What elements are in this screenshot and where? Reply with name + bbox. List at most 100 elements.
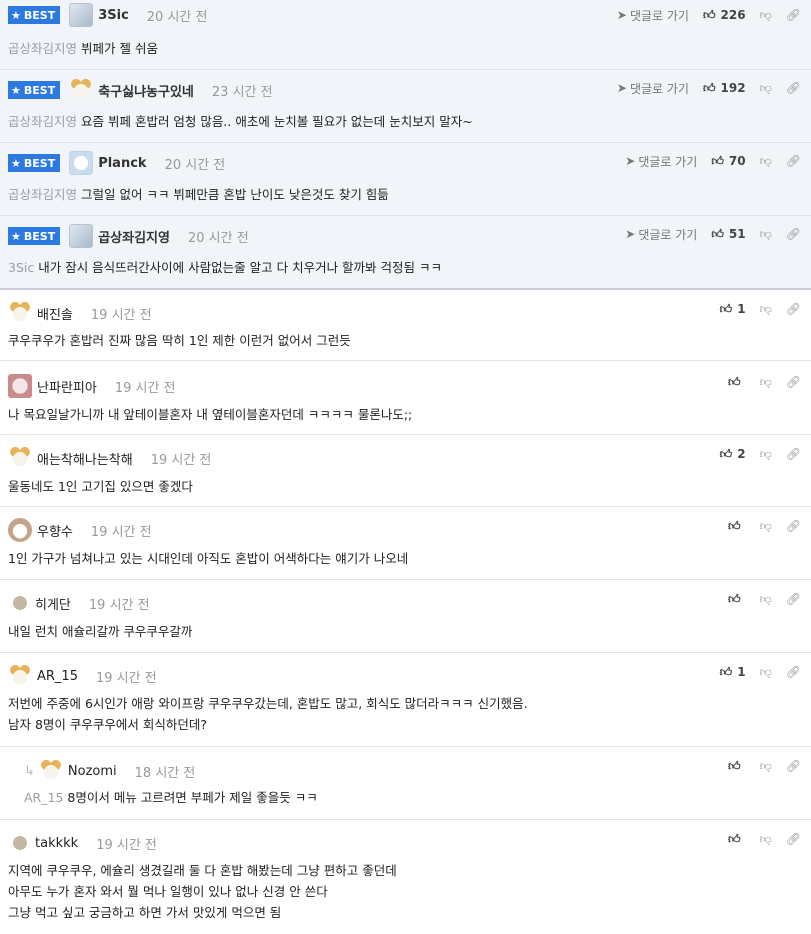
best-badge: ★ BEST [8, 227, 61, 245]
nickname[interactable]: 난파란피아 [37, 377, 97, 396]
comment-actions: ➤ 댓글로 가기 👍︎ 226 👎︎ 🔗︎ [617, 0, 801, 30]
link-icon[interactable]: 🔗︎ [786, 759, 801, 773]
nickname[interactable]: AR_15 [37, 669, 78, 684]
comment-body: 곱상좌김지영 요즘 뷔페 혼밥러 엄청 많음.. 애초에 눈치볼 필요가 없는데 … [8, 114, 473, 129]
avatar[interactable] [69, 78, 94, 102]
dislike-button[interactable]: 👎︎ [760, 519, 772, 534]
like-button[interactable]: 👍︎ 2 [720, 447, 746, 462]
link-icon[interactable]: 🔗︎ [786, 302, 801, 316]
dislike-button[interactable]: 👎︎ [760, 154, 772, 169]
like-button[interactable]: 👍︎ [728, 592, 746, 607]
timestamp: 18 시간 전 [134, 765, 196, 781]
go-to-reply-link[interactable]: ➤ 댓글로 가기 [617, 80, 689, 97]
dislike-button[interactable]: 👎︎ [760, 81, 772, 96]
nickname[interactable]: 히게단 [35, 594, 71, 613]
timestamp: 20 시간 전 [146, 9, 208, 25]
avatar[interactable] [8, 374, 32, 398]
nickname[interactable]: Planck [98, 156, 146, 171]
dislike-button[interactable]: 👎︎ [760, 832, 772, 847]
like-button[interactable]: 👍︎ 70 [711, 154, 745, 169]
thumbs-up-icon: 👍︎ [702, 7, 716, 22]
send-icon: ➤ [616, 81, 627, 95]
nickname[interactable]: 곱상좌김지영 [98, 227, 170, 246]
link-icon[interactable]: 🔗︎ [786, 592, 801, 606]
nickname[interactable]: 우향수 [37, 521, 73, 540]
thumbs-up-icon: 👍︎ [728, 758, 741, 773]
star-icon: ★ [11, 156, 21, 170]
go-to-reply-link[interactable]: ➤ 댓글로 가기 [625, 153, 697, 170]
nickname[interactable]: takkkk [35, 836, 78, 851]
link-icon[interactable]: 🔗︎ [786, 81, 801, 95]
avatar[interactable] [8, 446, 32, 470]
avatar[interactable] [13, 836, 27, 850]
link-icon[interactable]: 🔗︎ [786, 375, 801, 389]
nickname[interactable]: 애는착해나는착해 [37, 449, 133, 468]
comment-body: 3Sic 내가 잠시 음식뜨러간사이에 사람없는줄 알고 다 치우거나 할까봐 걱… [8, 260, 442, 275]
like-button[interactable]: 👍︎ [728, 832, 746, 847]
avatar[interactable] [69, 3, 94, 27]
mention[interactable]: 곱상좌김지영 [8, 41, 77, 56]
dislike-button[interactable]: 👎︎ [760, 665, 772, 680]
avatar[interactable] [8, 301, 32, 325]
like-button[interactable]: 👍︎ [728, 759, 746, 774]
comment-header: ★ BEST 3Sic 20 시간 전 [8, 0, 207, 30]
comment-header: takkkk 19 시간 전 [8, 828, 157, 858]
like-button[interactable]: 👍︎ [728, 375, 746, 390]
mention[interactable]: 곱상좌김지영 [8, 114, 77, 129]
dislike-button[interactable]: 👎︎ [760, 302, 772, 317]
comment-list: ★ BEST 3Sic 20 시간 전 ➤ 댓글로 가기 👍︎ 226 👎︎ 🔗︎ 곱… [0, 0, 811, 933]
dislike-button[interactable]: 👎︎ [760, 592, 772, 607]
best-badge: ★ BEST [8, 6, 61, 24]
dislike-button[interactable]: 👎︎ [760, 8, 772, 23]
avatar[interactable] [13, 596, 27, 610]
comment-actions: 👍︎ 👎︎ 🔗︎ [728, 824, 801, 854]
nickname[interactable]: 축구싫냐농구있네 [98, 81, 194, 100]
mention[interactable]: 곱상좌김지영 [8, 187, 77, 202]
thumbs-up-icon: 👍︎ [728, 518, 741, 533]
dislike-button[interactable]: 👎︎ [760, 227, 772, 242]
avatar[interactable] [69, 224, 94, 248]
go-to-reply-link[interactable]: ➤ 댓글로 가기 [625, 226, 697, 243]
mention[interactable]: AR_15 [24, 790, 63, 805]
comment-body: 내일 런치 애슐리갈까 쿠우쿠우갈까 [8, 624, 193, 639]
like-button[interactable]: 👍︎ 51 [711, 227, 745, 242]
avatar[interactable] [69, 151, 94, 175]
timestamp: 19 시간 전 [88, 597, 150, 613]
send-icon: ➤ [625, 227, 636, 241]
comment: 히게단 19 시간 전 👍︎ 👎︎ 🔗︎ 내일 런치 애슐리갈까 쿠우쿠우갈까 [0, 580, 811, 653]
comment: 난파란피아 19 시간 전 👍︎ 👎︎ 🔗︎ 나 목요일날가니까 내 앞테이블혼… [0, 361, 811, 435]
avatar[interactable] [38, 759, 63, 783]
comment: takkkk 19 시간 전 👍︎ 👎︎ 🔗︎ 지역에 쿠우쿠우, 에슐리 생겼… [0, 820, 811, 933]
nickname[interactable]: 3Sic [98, 8, 129, 23]
comment-header: 우향수 19 시간 전 [8, 515, 152, 545]
link-icon[interactable]: 🔗︎ [786, 227, 801, 241]
nickname[interactable]: Nozomi [68, 764, 117, 779]
dislike-button[interactable]: 👎︎ [760, 375, 772, 390]
comment-header: 히게단 19 시간 전 [8, 588, 150, 618]
thumbs-up-icon: 👍︎ [719, 446, 733, 461]
dislike-button[interactable]: 👎︎ [760, 447, 772, 462]
avatar[interactable] [8, 664, 32, 688]
like-button[interactable]: 👍︎ 1 [720, 665, 746, 680]
link-icon[interactable]: 🔗︎ [786, 154, 801, 168]
best-badge: ★ BEST [8, 81, 61, 99]
send-icon: ➤ [625, 154, 636, 168]
link-icon[interactable]: 🔗︎ [786, 665, 801, 679]
link-icon[interactable]: 🔗︎ [786, 832, 801, 846]
comment-body: 지역에 쿠우쿠우, 에슐리 생겼길래 둘 다 혼밥 해봤는데 그냥 편하고 좋던… [8, 863, 397, 920]
comment-header: 배진솔 19 시간 전 [8, 298, 152, 328]
comment-actions: 👍︎ 👎︎ 🔗︎ [728, 511, 801, 541]
like-button[interactable]: 👍︎ 226 [703, 8, 746, 23]
thumbs-up-icon: 👍︎ [711, 153, 724, 168]
dislike-button[interactable]: 👎︎ [760, 759, 772, 774]
go-to-reply-link[interactable]: ➤ 댓글로 가기 [617, 7, 689, 24]
like-button[interactable]: 👍︎ 1 [720, 302, 746, 317]
link-icon[interactable]: 🔗︎ [786, 519, 801, 533]
mention[interactable]: 3Sic [8, 260, 34, 275]
nickname[interactable]: 배진솔 [37, 304, 73, 323]
link-icon[interactable]: 🔗︎ [786, 8, 801, 22]
like-button[interactable]: 👍︎ [728, 519, 746, 534]
avatar[interactable] [8, 518, 32, 542]
like-button[interactable]: 👍︎ 192 [703, 81, 746, 96]
link-icon[interactable]: 🔗︎ [786, 447, 801, 461]
